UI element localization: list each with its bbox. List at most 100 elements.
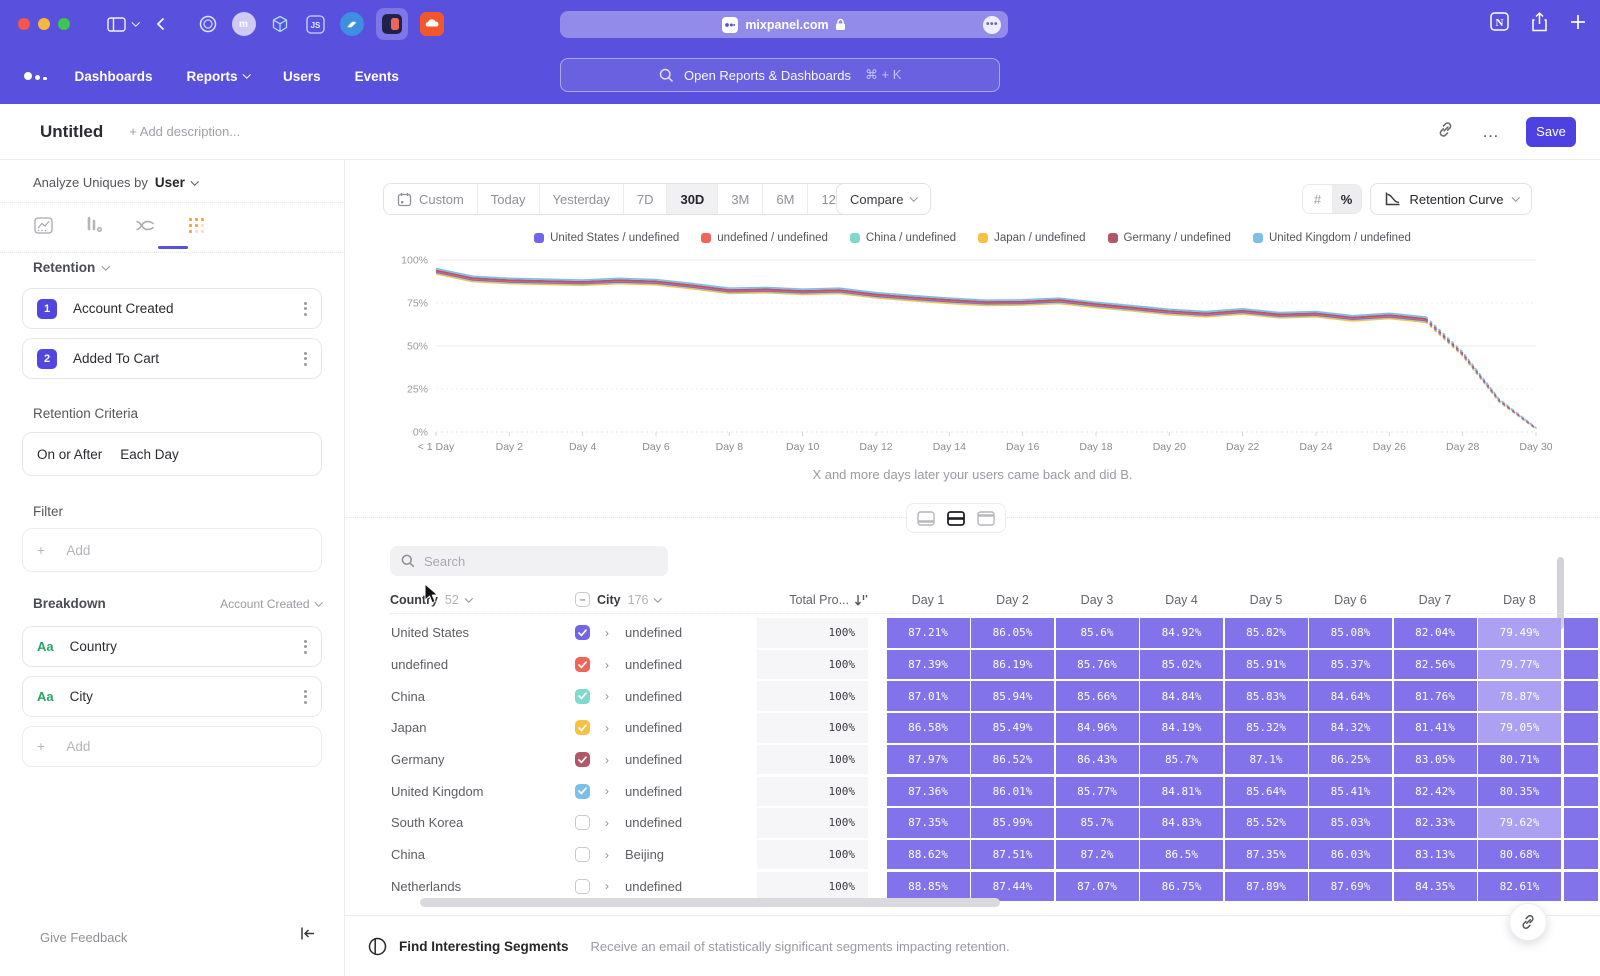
share-link-fab[interactable] [1509, 903, 1547, 941]
url-more-icon[interactable]: ••• [983, 16, 1001, 34]
tab-insights[interactable] [30, 212, 56, 238]
retention-value-cell[interactable]: 84.35% [1394, 872, 1477, 902]
tab-favicon-cube[interactable] [268, 12, 292, 36]
tab-favicon-js[interactable]: JS [304, 12, 328, 36]
retention-value-cell[interactable]: 85.82% [1225, 618, 1308, 648]
copy-link-icon[interactable] [1435, 119, 1456, 145]
address-bar[interactable]: mixpanel.com ••• [560, 11, 1008, 38]
tab-overview-chevron-icon[interactable] [133, 21, 139, 27]
retention-value-cell[interactable]: 84.19% [1140, 713, 1223, 743]
retention-value-cell[interactable]: 84.83% [1140, 808, 1223, 838]
tab-favicon-mixpanel-active[interactable] [376, 8, 408, 40]
retention-value-cell[interactable]: 86.5% [1140, 840, 1223, 870]
day-column-header[interactable]: Day 6 [1309, 593, 1392, 607]
tab-funnels[interactable] [81, 212, 107, 238]
retention-value-cell[interactable]: 85.08% [1309, 618, 1392, 648]
expand-row-icon[interactable]: › [605, 753, 609, 767]
retention-value-cell[interactable]: 84.92% [1140, 618, 1223, 648]
retention-value-cell[interactable]: 85.91% [1225, 650, 1308, 680]
expand-row-icon[interactable]: › [605, 658, 609, 672]
breakdown-menu-icon[interactable] [304, 640, 307, 654]
range-7d[interactable]: 7D [624, 184, 668, 214]
retention-value-cell[interactable]: 85.41% [1309, 777, 1392, 807]
minimize-window-button[interactable] [38, 18, 50, 30]
retention-value-cell[interactable]: 85.52% [1225, 808, 1308, 838]
view-split-icon-selected[interactable] [943, 506, 969, 530]
retention-criteria-card[interactable]: On or After Each Day [22, 432, 322, 476]
retention-value-cell[interactable]: 82.42% [1394, 777, 1477, 807]
retention-value-cell[interactable]: 87.44% [971, 872, 1054, 902]
expand-row-icon[interactable]: › [605, 848, 609, 862]
add-description[interactable]: + Add description... [129, 124, 240, 139]
breakdown-card-city[interactable]: Aa City [22, 676, 322, 717]
step-card-account-created[interactable]: 1 Account Created [22, 288, 322, 329]
retention-value-cell[interactable]: 85.49% [971, 713, 1054, 743]
retention-value-cell[interactable]: 86.75% [1140, 872, 1223, 902]
retention-value-cell[interactable]: 82.56% [1394, 650, 1477, 680]
retention-value-cell[interactable]: 81.76% [1394, 681, 1477, 711]
retention-value-cell[interactable]: 85.6% [1056, 618, 1139, 648]
legend-item[interactable]: Germany / undefined [1108, 232, 1231, 244]
retention-value-cell[interactable]: 87.36% [887, 777, 970, 807]
share-icon[interactable] [1531, 12, 1548, 37]
series-checkbox-unchecked[interactable] [575, 879, 590, 894]
retention-value-cell[interactable]: 86.19% [971, 650, 1054, 680]
mixpanel-logo[interactable] [24, 72, 47, 80]
retention-value-cell[interactable]: 84.96% [1056, 713, 1139, 743]
day-column-header[interactable]: Day 7 [1394, 593, 1477, 607]
series-checkbox-unchecked[interactable] [575, 847, 590, 862]
step-card-added-to-cart[interactable]: 2 Added To Cart [22, 338, 322, 379]
breakdown-card-country[interactable]: Aa Country [22, 626, 322, 667]
nav-item-users[interactable]: Users [283, 69, 321, 84]
breakdown-add-button[interactable]: + Add [22, 726, 322, 767]
range-30d[interactable]: 30D [667, 184, 718, 214]
retention-value-cell[interactable]: 86.43% [1056, 745, 1139, 775]
retention-value-cell[interactable]: 79.62% [1478, 808, 1561, 838]
retention-value-cell[interactable]: 84.81% [1140, 777, 1223, 807]
retention-value-cell[interactable]: 78.87% [1478, 681, 1561, 711]
retention-value-cell[interactable]: 87.2% [1056, 840, 1139, 870]
city-column-header[interactable]: – City176 [575, 592, 757, 607]
expand-row-icon[interactable]: › [605, 784, 609, 798]
retention-value-cell[interactable]: 87.69% [1309, 872, 1392, 902]
view-chart-only-icon[interactable] [913, 506, 939, 530]
retention-value-cell[interactable]: 79.77% [1478, 650, 1561, 680]
series-checkbox-checked[interactable] [575, 784, 590, 799]
nav-item-events[interactable]: Events [355, 69, 399, 84]
retention-value-cell[interactable]: 82.04% [1394, 618, 1477, 648]
retention-value-cell[interactable]: 87.35% [887, 808, 970, 838]
retention-value-cell[interactable]: 84.84% [1140, 681, 1223, 711]
retention-value-cell[interactable]: 87.97% [887, 745, 970, 775]
format-number-option[interactable]: # [1303, 185, 1332, 213]
series-checkbox-checked[interactable] [575, 720, 590, 735]
series-checkbox-unchecked[interactable] [575, 815, 590, 830]
tab-flows[interactable] [132, 212, 158, 238]
retention-value-cell[interactable]: 88.85% [887, 872, 970, 902]
retention-value-cell[interactable]: 85.32% [1225, 713, 1308, 743]
chart-type-selector[interactable]: Retention Curve [1370, 183, 1532, 215]
retention-value-cell[interactable]: 86.52% [971, 745, 1054, 775]
expand-row-icon[interactable]: › [605, 816, 609, 830]
day-column-header[interactable]: Day 1 [887, 593, 970, 607]
retention-value-cell[interactable]: 80.71% [1478, 745, 1561, 775]
retention-value-cell[interactable]: 83.05% [1394, 745, 1477, 775]
expand-row-icon[interactable]: › [605, 626, 609, 640]
analyze-value[interactable]: User [155, 175, 185, 190]
legend-item[interactable]: undefined / undefined [701, 232, 828, 244]
new-tab-icon[interactable] [1570, 14, 1586, 35]
range-yesterday[interactable]: Yesterday [540, 184, 624, 214]
save-button[interactable]: Save [1526, 117, 1576, 147]
retention-value-cell[interactable]: 79.49% [1478, 618, 1561, 648]
tab-favicon-bird[interactable] [340, 12, 364, 36]
step-menu-icon[interactable] [304, 302, 307, 316]
day-column-header[interactable]: Day 2 [971, 593, 1054, 607]
retention-value-cell[interactable]: 85.7% [1140, 745, 1223, 775]
retention-section-label[interactable]: Retention [33, 260, 109, 275]
retention-value-cell[interactable]: 80.68% [1478, 840, 1561, 870]
retention-value-cell[interactable]: 85.03% [1309, 808, 1392, 838]
filter-add-button[interactable]: + Add [22, 528, 322, 572]
retention-line-chart[interactable]: 0%25%50%75%100%< 1 DayDay 2Day 4Day 6Day… [392, 250, 1552, 464]
tab-favicon-rings[interactable] [196, 12, 220, 36]
range-6m[interactable]: 6M [763, 184, 808, 214]
day-column-header[interactable]: Day 4 [1140, 593, 1223, 607]
